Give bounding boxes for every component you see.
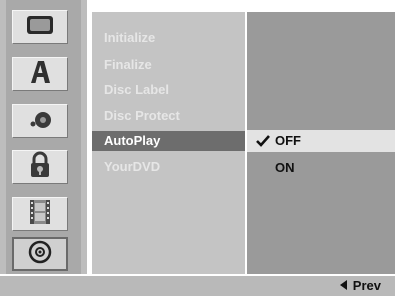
dvd-setup-menu: Initialize Finalize Disc Label Disc Prot… <box>0 0 395 296</box>
option-on[interactable]: ON <box>247 157 395 179</box>
menu-item-disc-protect[interactable]: Disc Protect <box>92 106 245 126</box>
disc-icon <box>27 239 53 270</box>
footer-bar: Prev <box>0 276 395 296</box>
menu-item-autoplay[interactable]: AutoPlay <box>92 131 245 151</box>
category-sidebar <box>0 0 87 274</box>
category-disc-button[interactable] <box>12 237 68 271</box>
prev-button[interactable]: Prev <box>339 274 381 298</box>
lock-icon <box>28 151 52 184</box>
menu-item-yourdvd[interactable]: YourDVD <box>92 157 245 177</box>
option-on-label: ON <box>275 160 295 175</box>
menu-item-finalize[interactable]: Finalize <box>92 55 245 75</box>
category-display-button[interactable] <box>12 10 68 44</box>
category-language-button[interactable] <box>12 57 68 91</box>
left-triangle-icon <box>339 274 348 298</box>
category-audio-button[interactable] <box>12 104 68 138</box>
autoplay-options: OFF ON <box>247 12 395 274</box>
language-a-icon <box>26 58 54 91</box>
category-record-button[interactable] <box>12 197 68 231</box>
category-lock-button[interactable] <box>12 150 68 184</box>
option-off[interactable]: OFF <box>247 130 395 152</box>
disc-menu-list: Initialize Finalize Disc Label Disc Prot… <box>92 12 245 274</box>
menu-item-disc-label[interactable]: Disc Label <box>92 80 245 100</box>
menu-item-initialize[interactable]: Initialize <box>92 28 245 48</box>
checkmark-icon <box>256 130 270 152</box>
tv-icon <box>25 14 55 41</box>
film-icon <box>27 198 53 231</box>
option-off-label: OFF <box>275 133 301 148</box>
audio-icon <box>26 106 54 137</box>
prev-label: Prev <box>352 278 381 293</box>
